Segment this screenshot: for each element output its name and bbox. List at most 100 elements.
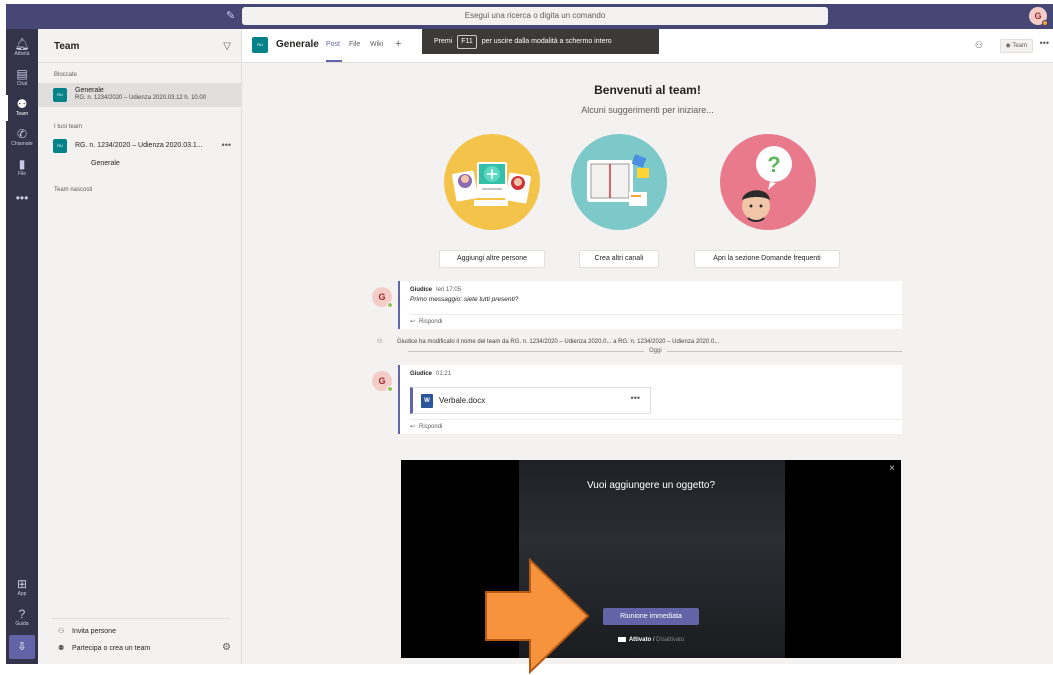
question-person-icon: ? [742, 146, 792, 222]
reply-label: Rispondi [419, 319, 443, 325]
video-toggle[interactable]: Attivato / Disattivato [401, 637, 901, 643]
chat-icon: ▤ [16, 67, 28, 81]
meet-icon[interactable]: ⚇ [975, 40, 983, 51]
message-author: Giudice [410, 287, 433, 293]
join-create-team-button[interactable]: ⚉ Partecipa o crea un team [58, 644, 150, 652]
avatar-initial: G [378, 376, 386, 386]
pinned-channel-generale[interactable]: RU Generale RG. n. 1234/2020 – Udienza 2… [38, 83, 241, 107]
tab-wiki[interactable]: Wiki [370, 41, 383, 48]
reply-button[interactable]: ↩ Rispondi [410, 419, 902, 434]
avatar[interactable]: G [372, 371, 393, 392]
invite-people-button[interactable]: ⚇ Invita persone [58, 627, 116, 635]
rail-item-help[interactable]: ? Guida [6, 603, 38, 633]
close-button[interactable]: × [889, 463, 895, 474]
toast-key: F11 [457, 35, 477, 49]
rail-item-chat[interactable]: ▤ Chat [6, 63, 38, 93]
message-card: Giudice 01:21 W Verbale.docx ••• ↩ Rispond… [398, 365, 902, 434]
app-rail: 🔔︎ Attività ▤ Chat ⚉ Team ✆ Chiamate ▮ F… [6, 29, 38, 664]
meeting-subject-input[interactable]: Vuoi aggiungere un oggetto? [401, 480, 901, 491]
avatar[interactable]: G [372, 287, 393, 308]
file-more-button[interactable]: ••• [631, 393, 640, 403]
team-item[interactable]: RU RG. n. 1234/2020 – Udienza 2020.03.1.… [38, 134, 241, 158]
toggle-separator: / [652, 637, 655, 644]
rail-item-files[interactable]: ▮ File [6, 153, 38, 183]
team-avatar: RU [53, 88, 67, 102]
team-list-panel: Team ▽ Bloccate RU Generale RG. n. 1234/… [38, 29, 242, 664]
panel-title: Team [54, 41, 80, 52]
avatar-initial: G [378, 292, 386, 302]
apps-icon: ⊞ [16, 577, 28, 591]
download-app-button[interactable]: ⇩ [9, 635, 35, 659]
eye-icon: ◉ [1005, 43, 1011, 49]
presence-available-dot [387, 302, 393, 308]
people-cards-icon [452, 162, 531, 206]
tab-file[interactable]: File [349, 41, 360, 48]
add-people-illustration [444, 134, 540, 230]
more-options-button[interactable]: ••• [1040, 38, 1049, 48]
section-your-teams-label: I tuoi team [54, 124, 83, 130]
user-avatar[interactable]: G [1029, 7, 1048, 26]
faq-illustration: ? [720, 134, 816, 230]
channel-title: Generale [276, 39, 319, 50]
divider [52, 618, 230, 619]
top-bar: ✎ Esegui una ricerca o digita un comando… [6, 4, 1053, 29]
add-tab-button[interactable]: + [395, 38, 401, 50]
rail-more-button[interactable]: ••• [6, 191, 38, 205]
message-card: Giudice Ieri 17:05 Primo messaggio: siete… [398, 281, 902, 329]
channels-board-icon [587, 154, 649, 206]
reply-icon: ↩ [410, 424, 416, 430]
channel-name: Generale [75, 87, 104, 94]
invite-icon: ⚇ [58, 628, 65, 635]
rail-item-apps[interactable]: ⊞ App [6, 573, 38, 603]
join-team-icon: ⚉ [58, 645, 65, 652]
help-icon: ? [18, 607, 26, 621]
compose-icon[interactable]: ✎ [226, 10, 238, 22]
divider [38, 62, 242, 63]
rail-item-calls[interactable]: ✆ Chiamate [6, 123, 38, 153]
team-avatar: RU [252, 37, 268, 53]
team-more-button[interactable]: ••• [222, 140, 231, 150]
presence-available-dot [387, 386, 393, 392]
create-channels-button[interactable]: Crea altri canali [579, 250, 659, 268]
welcome-title: Benvenuti al team! [594, 83, 701, 97]
open-faq-button[interactable]: Apri la sezione Domande frequenti [694, 250, 840, 268]
camera-icon [617, 637, 626, 642]
reply-icon: ↩ [410, 319, 416, 325]
filter-icon[interactable]: ▽ [223, 41, 231, 52]
add-people-button[interactable]: Aggiungi altre persone [439, 250, 545, 268]
channel-generale[interactable]: Generale [91, 160, 120, 167]
team-info-button[interactable]: ◉ Team [999, 39, 1033, 53]
search-input[interactable]: Esegui una ricerca o digita un comando [242, 7, 828, 25]
message-text: Primo messaggio: siete tutti presenti? [410, 296, 519, 303]
phone-icon: ✆ [16, 127, 28, 141]
file-name: Verbale.docx [439, 396, 486, 405]
join-label: Partecipa o crea un team [72, 645, 151, 652]
tab-post[interactable]: Post [326, 41, 340, 48]
toast-text-after: per uscire dalla modalità a schermo inte… [481, 38, 612, 45]
team-button-label: Team [1012, 43, 1027, 49]
teams-icon: ⚉ [16, 97, 28, 111]
message-header: Giudice Ieri 17:05 [410, 287, 461, 293]
meet-now-button[interactable]: Riunione immediata [603, 608, 699, 625]
message-author: Giudice [410, 371, 433, 377]
system-message-text: Giudice ha modificato il nome del team d… [397, 339, 720, 345]
reply-button[interactable]: ↩ Rispondi [410, 314, 902, 329]
team-avatar: RU [53, 139, 67, 153]
file-icon: ▮ [18, 157, 26, 171]
rail-item-teams[interactable]: ⚉ Team [6, 93, 38, 123]
presence-away-dot [1042, 20, 1048, 26]
team-edit-icon: ⚇ [377, 339, 383, 345]
video-on-label: Attivato [628, 637, 652, 644]
bell-icon: 🔔︎ [14, 37, 30, 51]
team-name: RG. n. 1234/2020 – Udienza 2020.03.1... [75, 142, 203, 149]
fullscreen-toast: Premi F11 per uscire dalla modalità a sc… [422, 29, 659, 54]
gear-icon[interactable]: ⚙ [222, 642, 231, 653]
section-hidden-label[interactable]: Team nascosti [54, 187, 92, 193]
team-name: RG. n. 1234/2020 – Udienza 2020.03.12 h.… [75, 95, 207, 101]
svg-text:?: ? [767, 152, 780, 177]
rail-item-activity[interactable]: 🔔︎ Attività [6, 33, 38, 63]
invite-label: Invita persone [72, 628, 116, 635]
create-channels-illustration [571, 134, 667, 230]
date-divider-label: Oggi [644, 348, 667, 354]
file-attachment[interactable]: W Verbale.docx ••• [410, 387, 651, 414]
